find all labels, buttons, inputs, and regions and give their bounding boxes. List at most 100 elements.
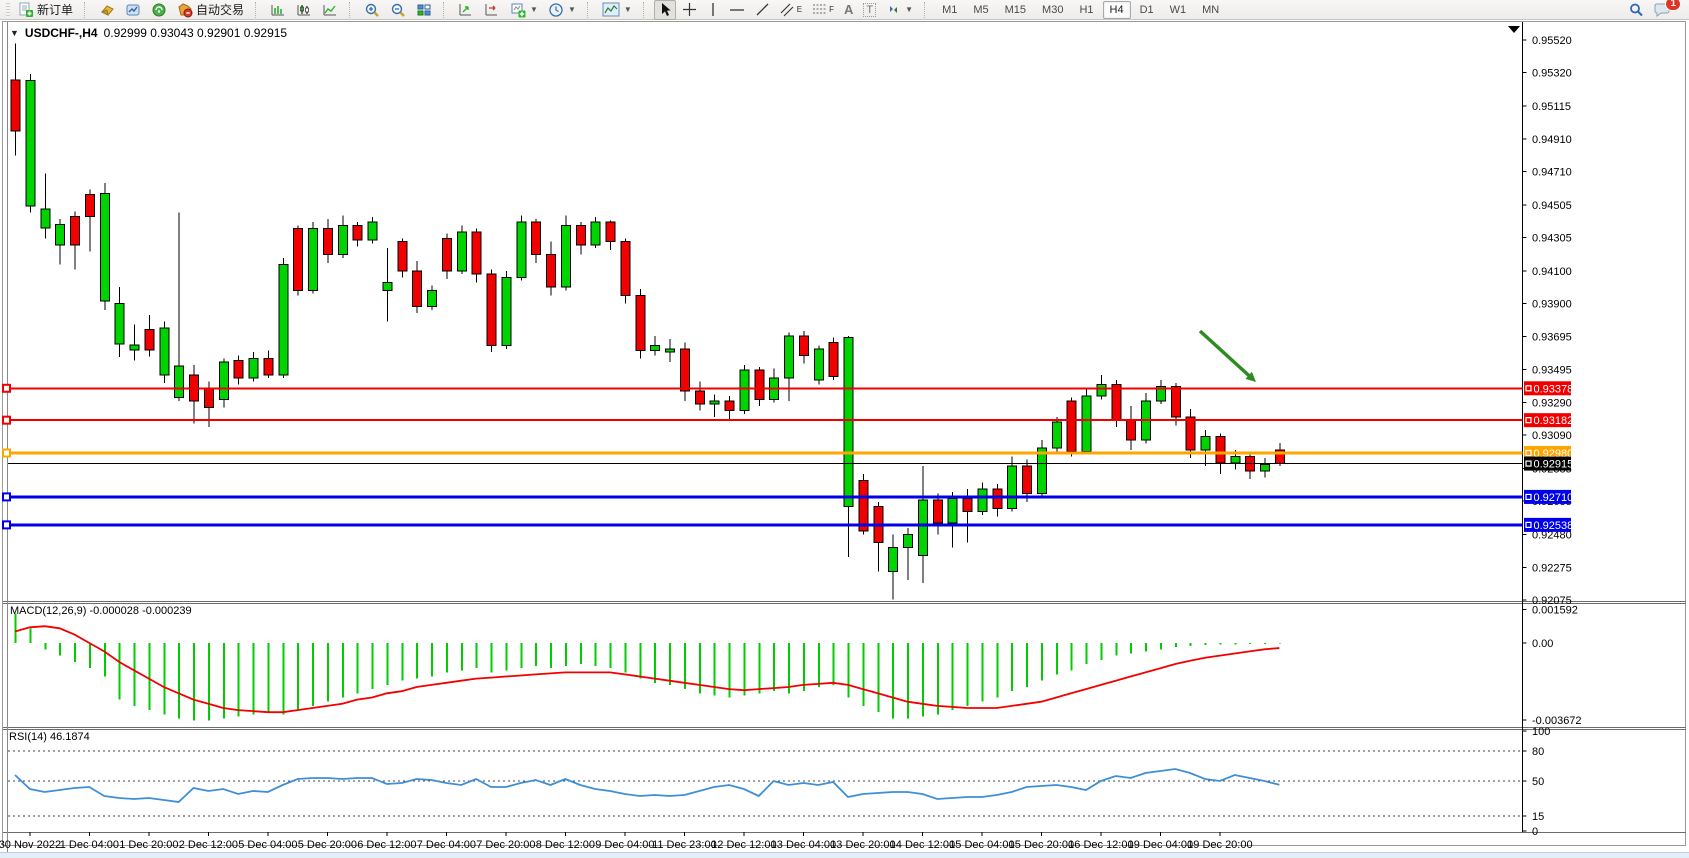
svg-text:16 Dec 12:00: 16 Dec 12:00 (1068, 839, 1133, 851)
navigator-button[interactable] (147, 0, 171, 20)
text-label-tool-icon: T (863, 3, 876, 17)
timeframe-m30[interactable]: M30 (1035, 1, 1070, 19)
crosshair-tool-button[interactable] (678, 0, 701, 20)
hline-handle[interactable] (3, 493, 10, 500)
text-tool-icon: A (844, 2, 853, 17)
svg-text:0.95320: 0.95320 (1532, 68, 1572, 80)
fibonacci-tool-button[interactable]: F (808, 0, 838, 20)
arrows-tool-button[interactable]: ▼ (882, 0, 917, 20)
scroll-to-end-marker (1508, 26, 1520, 33)
chart-svg[interactable]: 0.955200.953200.951150.949100.947100.945… (0, 21, 1689, 858)
line-chart-button[interactable] (318, 0, 342, 20)
timeframe-d1[interactable]: D1 (1133, 1, 1161, 19)
search-button[interactable] (1624, 0, 1648, 20)
svg-text:13 Dec 20:00: 13 Dec 20:00 (830, 839, 895, 851)
tile-windows-button[interactable] (412, 0, 436, 20)
svg-text:0.001592: 0.001592 (1532, 605, 1578, 617)
new-chart-icon (510, 2, 526, 18)
auto-scroll-button[interactable] (454, 0, 478, 20)
new-order-icon (18, 2, 34, 18)
periods-button[interactable]: ▼ (544, 0, 580, 20)
vertical-line-icon (707, 2, 719, 17)
vertical-line-tool-button[interactable] (703, 0, 723, 20)
svg-text:0.92538: 0.92538 (1534, 520, 1574, 532)
horizontal-line-tool-button[interactable] (725, 0, 749, 20)
autotrade-button[interactable]: 自动交易 (173, 0, 248, 20)
new-order-label: 新订单 (37, 1, 73, 18)
cursor-tool-button[interactable] (654, 0, 676, 20)
candlestick-chart-button[interactable] (292, 0, 316, 20)
zoom-in-button[interactable] (360, 0, 384, 20)
horizontal-line-icon (729, 2, 745, 17)
chart-shift-button[interactable] (480, 0, 504, 20)
text-tool-button[interactable]: A (840, 0, 857, 20)
auto-scroll-icon (458, 2, 474, 18)
navigator-icon (151, 2, 167, 18)
macd-signal-line (15, 626, 1279, 712)
candlestick-chart-icon (296, 2, 312, 18)
annotation-arrow[interactable] (1200, 331, 1256, 382)
timeframe-m5[interactable]: M5 (966, 1, 995, 19)
hline-handle[interactable] (3, 385, 10, 392)
trendline-tool-button[interactable] (751, 0, 774, 20)
svg-text:0.94505: 0.94505 (1532, 200, 1572, 212)
svg-text:13 Dec 04:00: 13 Dec 04:00 (771, 839, 836, 851)
cursor-icon (658, 2, 672, 17)
data-window-button[interactable] (121, 0, 145, 20)
fibonacci-sub-label: F (829, 5, 834, 14)
symbol-dropdown-icon[interactable]: ▼ (10, 28, 19, 38)
separator (349, 2, 355, 18)
new-chart-button[interactable]: ▼ (506, 0, 542, 20)
svg-text:5 Dec 20:00: 5 Dec 20:00 (298, 839, 357, 851)
timeframe-h4[interactable]: H4 (1103, 1, 1131, 19)
chevron-down-icon: ▼ (624, 5, 632, 14)
timeframe-w1[interactable]: W1 (1163, 1, 1194, 19)
timeframe-m1[interactable]: M1 (935, 1, 964, 19)
svg-text:15: 15 (1532, 811, 1544, 823)
data-window-icon (125, 2, 141, 18)
horizontal-lines[interactable]: 0.933780.931820.929800.929150.927100.925… (3, 381, 1573, 532)
arrows-icon (886, 2, 901, 17)
notification-badge: 1 (1665, 0, 1681, 11)
line-chart-icon (322, 2, 338, 18)
svg-text:0.93182: 0.93182 (1534, 415, 1574, 427)
bar-chart-button[interactable] (266, 0, 290, 20)
hline-handle[interactable] (3, 417, 10, 424)
status-strip (0, 852, 1689, 858)
chevron-down-icon: ▼ (905, 5, 913, 14)
channel-tool-button[interactable]: E (776, 0, 806, 20)
chart-title: ▼ USDCHF-,H4 0.92999 0.93043 0.92901 0.9… (10, 26, 287, 40)
svg-text:1 Dec 20:00: 1 Dec 20:00 (119, 839, 178, 851)
text-label-tool-button[interactable]: T (859, 0, 880, 20)
svg-text:0.95520: 0.95520 (1532, 35, 1572, 47)
svg-text:6 Dec 12:00: 6 Dec 12:00 (357, 839, 416, 851)
macd-pane: 0.0015920.00-0.003672 (15, 605, 1582, 727)
chevron-down-icon: ▼ (568, 5, 576, 14)
timeframe-h1[interactable]: H1 (1072, 1, 1100, 19)
rsi-line (15, 769, 1279, 802)
svg-text:50: 50 (1532, 776, 1544, 788)
autotrade-label: 自动交易 (196, 1, 244, 18)
mt4-terminal: 新订单 (0, 0, 1689, 858)
svg-text:19 Dec 04:00: 19 Dec 04:00 (1128, 839, 1193, 851)
svg-text:0.94910: 0.94910 (1532, 134, 1572, 146)
chart-template-button[interactable]: ▼ (598, 0, 636, 20)
rsi-pane: 1008050150 (8, 726, 1550, 838)
svg-text:15 Dec 20:00: 15 Dec 20:00 (1009, 839, 1074, 851)
new-order-button[interactable]: 新订单 (14, 0, 77, 20)
hline-handle[interactable] (3, 450, 10, 457)
separator (443, 2, 449, 18)
equidistant-channel-icon (780, 2, 796, 17)
timeframe-mn[interactable]: MN (1195, 1, 1226, 19)
hline-handle[interactable] (3, 521, 10, 528)
bar-chart-icon (270, 2, 286, 18)
notifications-button[interactable]: 1 (1650, 0, 1675, 20)
chart-template-icon (602, 2, 620, 17)
separator (255, 2, 261, 18)
channel-sub-label: E (797, 5, 802, 14)
timeframe-m15[interactable]: M15 (998, 1, 1033, 19)
toolbar-grip[interactable] (6, 3, 10, 17)
zoom-out-button[interactable] (386, 0, 410, 20)
market-watch-button[interactable] (95, 0, 119, 20)
svg-text:19 Dec 20:00: 19 Dec 20:00 (1187, 839, 1252, 851)
